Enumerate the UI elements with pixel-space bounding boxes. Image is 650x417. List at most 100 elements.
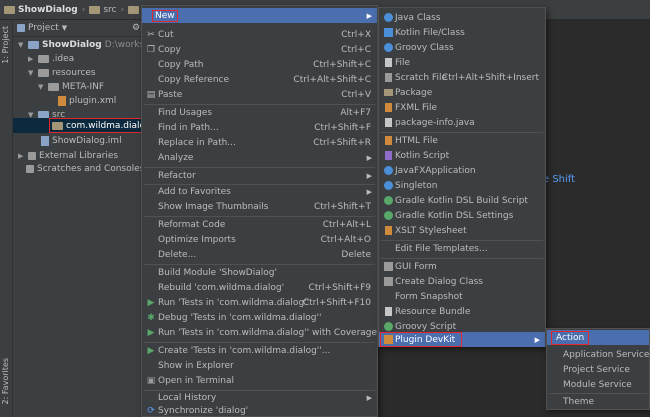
new-item-file[interactable]: File xyxy=(379,55,545,70)
menu-item-shortcut: Ctrl+Alt+Shift+C xyxy=(293,74,371,85)
new-item-java-class[interactable]: Java Class xyxy=(379,10,545,25)
tree-item-plugin-xml[interactable]: plugin.xml xyxy=(58,94,116,108)
devkit-item-theme[interactable]: Theme xyxy=(547,394,649,409)
new-item-gui-form[interactable]: GUI Form xyxy=(379,259,545,274)
tree-item-external-libraries[interactable]: ▶ External Libraries xyxy=(18,149,118,163)
menu-item-shortcut: Ctrl+Shift+F xyxy=(314,122,371,133)
menu-item-synchronize[interactable]: ⟳ Synchronize 'dialog' xyxy=(142,403,377,417)
expand-arrow-icon[interactable]: ▼ xyxy=(18,41,25,49)
menu-item-reformat-code[interactable]: Reformat Code Ctrl+Alt+L xyxy=(142,217,377,232)
menu-item-label: Show in Explorer xyxy=(158,360,234,371)
folder-icon xyxy=(89,5,101,14)
menu-item-label: Package xyxy=(395,87,433,98)
new-item-scratch-file[interactable]: Scratch File Ctrl+Alt+Shift+Insert xyxy=(379,70,545,85)
new-item-kotlin-file[interactable]: Kotlin File/Class xyxy=(379,25,545,40)
menu-item-refactor[interactable]: Refactor ▶ xyxy=(142,168,377,183)
debug-icon: ✱ xyxy=(147,312,155,323)
menu-item-label: Build Module 'ShowDialog' xyxy=(158,267,277,278)
tree-item-iml[interactable]: ShowDialog.iml xyxy=(41,134,122,148)
tree-item-scratches[interactable]: Scratches and Consoles xyxy=(26,162,144,176)
new-item-plugin-devkit[interactable]: Plugin DevKit ▶ xyxy=(379,332,545,347)
folder-icon xyxy=(38,55,49,63)
tree-item-meta-inf[interactable]: ▼ META-INF xyxy=(38,80,104,94)
menu-item-run-with-coverage[interactable]: ▶ Run 'Tests in 'com.wildma.dialog'' wit… xyxy=(142,325,378,340)
new-item-kotlin-script[interactable]: Kotlin Script xyxy=(379,148,545,163)
menu-item-label: GUI Form xyxy=(395,261,437,272)
tree-item-package-selected[interactable]: com.wildma.dialog xyxy=(13,118,154,133)
tree-item-idea[interactable]: ▶ .idea xyxy=(28,52,74,66)
menu-item-analyze[interactable]: Analyze ▶ xyxy=(142,150,377,165)
new-item-html-file[interactable]: HTML File xyxy=(379,133,545,148)
favorites-tool-tab[interactable]: 2: Favorites xyxy=(1,358,10,404)
project-panel-title[interactable]: Project xyxy=(28,23,59,33)
settings-gear-icon[interactable]: ⚙ xyxy=(132,23,140,33)
tree-item-project-root[interactable]: ▼ ShowDialog D:\workspa xyxy=(18,38,155,52)
submenu-arrow-icon: ▶ xyxy=(366,153,372,162)
menu-item-find-in-path[interactable]: Find in Path... Ctrl+Shift+F xyxy=(142,120,377,135)
menu-item-label: Synchronize 'dialog' xyxy=(158,405,249,416)
menu-item-label: Find in Path... xyxy=(158,122,219,133)
new-submenu: Java Class Kotlin File/Class Groovy Clas… xyxy=(378,7,546,347)
menu-item-label: XSLT Stylesheet xyxy=(395,225,467,236)
menu-item-new[interactable]: New ▶ xyxy=(142,8,377,23)
breadcrumb-project[interactable]: ShowDialog xyxy=(4,5,78,15)
menu-item-delete[interactable]: Delete... Delete xyxy=(142,247,377,262)
new-item-gradle-settings[interactable]: Gradle Kotlin DSL Settings xyxy=(379,208,545,223)
menu-item-build-module[interactable]: Build Module 'ShowDialog' xyxy=(142,265,377,280)
scratch-file-icon xyxy=(383,73,393,82)
menu-item-label: Project Service xyxy=(563,364,630,375)
new-item-edit-file-templates[interactable]: Edit File Templates... xyxy=(379,241,545,256)
menu-item-open-in-terminal[interactable]: ▣ Open in Terminal xyxy=(142,373,377,388)
menu-item-debug-tests[interactable]: ✱ Debug 'Tests in 'com.wildma.dialog'' xyxy=(142,310,377,325)
expand-arrow-icon[interactable]: ▼ xyxy=(28,69,35,77)
xslt-icon xyxy=(383,226,393,235)
new-item-javafx-application[interactable]: JavaFXApplication xyxy=(379,163,545,178)
menu-item-copy[interactable]: ❐ Copy Ctrl+C xyxy=(142,42,377,57)
menu-item-label: Find Usages xyxy=(158,107,213,118)
expand-arrow-icon[interactable]: ▼ xyxy=(38,83,45,91)
menu-item-cut[interactable]: ✂ Cut Ctrl+X xyxy=(142,27,377,42)
devkit-item-module-service[interactable]: Module Service xyxy=(547,377,649,392)
file-icon xyxy=(383,58,393,67)
collapse-arrow-icon[interactable]: ▶ xyxy=(18,152,25,160)
menu-item-run-tests[interactable]: ▶ Run 'Tests in 'com.wildma.dialog'' Ctr… xyxy=(142,295,377,310)
new-item-package-info[interactable]: package-info.java xyxy=(379,115,545,130)
menu-item-show-image-thumbnails[interactable]: Show Image Thumbnails Ctrl+Shift+T xyxy=(142,199,377,214)
menu-item-rebuild[interactable]: Rebuild 'com.wildma.dialog' Ctrl+Shift+F… xyxy=(142,280,377,295)
menu-item-label: Copy Path xyxy=(158,59,204,70)
collapse-arrow-icon[interactable]: ▶ xyxy=(28,55,35,63)
create-tests-icon: ▶ xyxy=(147,345,155,356)
menu-item-optimize-imports[interactable]: Optimize Imports Ctrl+Alt+O xyxy=(142,232,377,247)
devkit-item-application-service[interactable]: Application Service xyxy=(547,347,649,362)
devkit-item-project-service[interactable]: Project Service xyxy=(547,362,649,377)
menu-item-copy-reference[interactable]: Copy Reference Ctrl+Alt+Shift+C xyxy=(142,72,377,87)
menu-item-show-in-explorer[interactable]: Show in Explorer xyxy=(142,358,377,373)
menu-item-create-tests[interactable]: ▶ Create 'Tests in 'com.wildma.dialog''.… xyxy=(142,343,377,358)
menu-item-label: package-info.java xyxy=(395,117,475,128)
new-item-create-dialog-class[interactable]: Create Dialog Class xyxy=(379,274,545,289)
new-item-package[interactable]: Package xyxy=(379,85,545,100)
menu-item-label: Form Snapshot xyxy=(395,291,463,302)
tree-item-label: com.wildma.dialog xyxy=(66,120,151,131)
run-icon: ▶ xyxy=(147,297,155,308)
dialog-class-icon xyxy=(383,277,393,286)
tree-item-resources[interactable]: ▼ resources xyxy=(28,66,96,80)
menu-item-label: Application Service xyxy=(563,349,650,360)
menu-item-shortcut: Ctrl+Alt+L xyxy=(322,219,371,230)
new-item-singleton[interactable]: Singleton xyxy=(379,178,545,193)
breadcrumb-src[interactable]: src xyxy=(89,5,116,15)
menu-item-add-to-favorites[interactable]: Add to Favorites ▶ xyxy=(142,184,377,199)
devkit-item-action[interactable]: Action xyxy=(547,330,649,345)
menu-item-copy-path[interactable]: Copy Path Ctrl+Shift+C xyxy=(142,57,377,72)
project-tool-tab[interactable]: 1: Project xyxy=(1,26,10,64)
menu-item-find-usages[interactable]: Find Usages Alt+F7 xyxy=(142,105,377,120)
new-item-gradle-build-script[interactable]: Gradle Kotlin DSL Build Script xyxy=(379,193,545,208)
new-item-groovy-class[interactable]: Groovy Class xyxy=(379,40,545,55)
new-item-form-snapshot[interactable]: Form Snapshot xyxy=(379,289,545,304)
new-item-resource-bundle[interactable]: Resource Bundle xyxy=(379,304,545,319)
new-item-xslt-stylesheet[interactable]: XSLT Stylesheet xyxy=(379,223,545,238)
new-item-fxml-file[interactable]: FXML File xyxy=(379,100,545,115)
menu-item-replace-in-path[interactable]: Replace in Path... Ctrl+Shift+R xyxy=(142,135,377,150)
menu-item-paste[interactable]: ▤ Paste Ctrl+V xyxy=(142,87,377,102)
chevron-down-icon[interactable]: ▼ xyxy=(62,24,67,32)
